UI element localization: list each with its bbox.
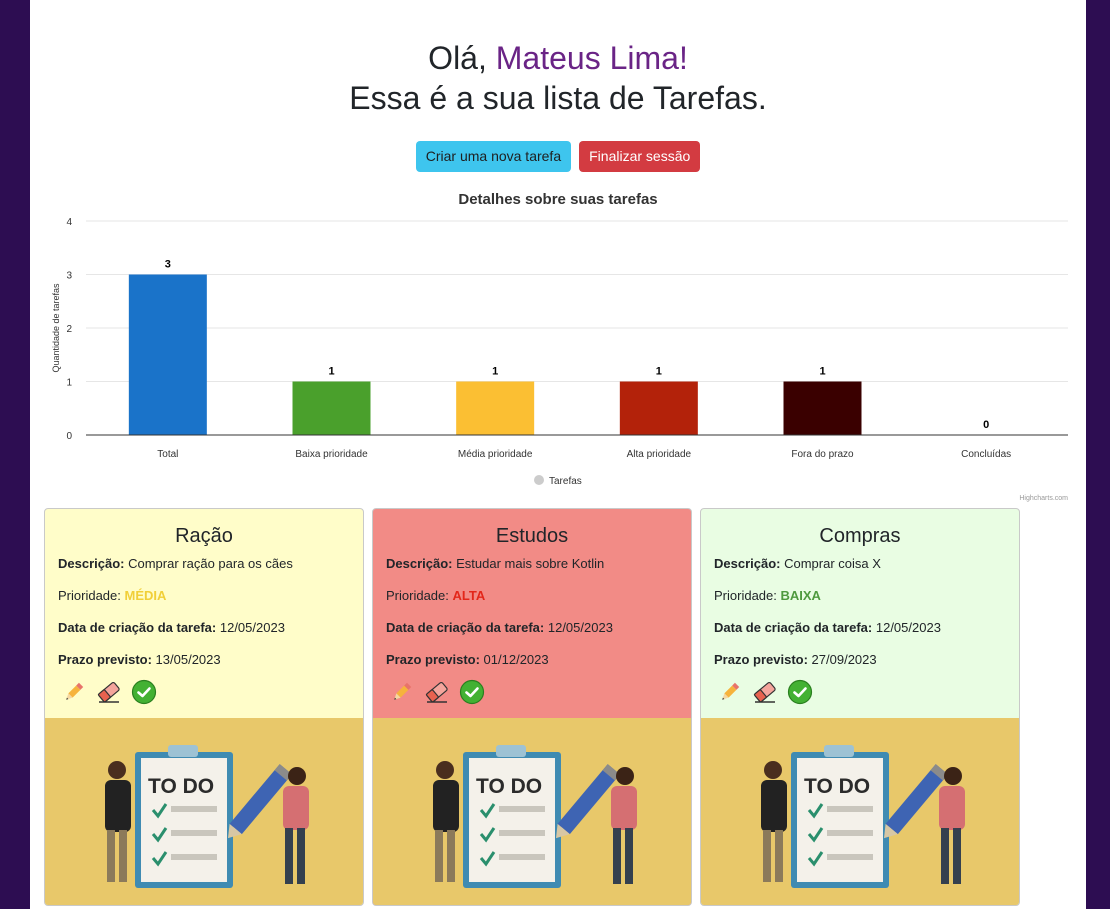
action-bar: Criar uma nova tarefa Finalizar sessão: [30, 141, 1086, 172]
check-icon[interactable]: [131, 679, 157, 705]
card-description: Descrição: Comprar coisa X: [714, 556, 881, 571]
eraser-icon[interactable]: [752, 679, 778, 705]
card-description: Descrição: Estudar mais sobre Kotlin: [386, 556, 604, 571]
card-priority: Prioridade: BAIXA: [714, 588, 821, 603]
x-tick-label: Fora do prazo: [791, 449, 854, 460]
card-priority: Prioridade: ALTA: [386, 588, 485, 603]
due-label: Prazo previsto:: [58, 652, 152, 667]
page-subtitle: Essa é a sua lista de Tarefas.: [349, 80, 767, 116]
card-priority: Prioridade: MÉDIA: [58, 588, 166, 603]
priority-value: ALTA: [452, 588, 486, 603]
due-label: Prazo previsto:: [386, 652, 480, 667]
todo-art-text: TO DO: [476, 775, 542, 798]
card-description: Descrição: Comprar ração para os cães: [58, 556, 293, 571]
bar-1: [292, 381, 371, 435]
x-tick-label: Média prioridade: [458, 449, 533, 460]
data-label: 1: [328, 366, 334, 378]
eraser-icon[interactable]: [424, 679, 450, 705]
created-value: 12/05/2023: [547, 620, 613, 635]
data-label: 0: [983, 419, 989, 431]
greeting-line: Olá, Mateus Lima!: [30, 38, 1086, 78]
todo-art-text: TO DO: [148, 775, 214, 798]
greeting-prefix: Olá,: [428, 40, 496, 76]
created-label: Data de criação da tarefa:: [386, 620, 545, 635]
check-icon[interactable]: [787, 679, 813, 705]
card-due-date: Prazo previsto: 27/09/2023: [714, 652, 877, 667]
todo-illustration: TO DO: [45, 718, 363, 905]
y-tick-label: 4: [66, 217, 72, 228]
data-label: 3: [165, 259, 171, 271]
legend-label: Tarefas: [549, 476, 582, 487]
y-tick-label: 0: [66, 431, 72, 442]
task-card: Compras Descrição: Comprar coisa X Priorid…: [700, 508, 1020, 906]
x-tick-label: Concluídas: [961, 449, 1011, 460]
x-tick-label: Baixa prioridade: [295, 449, 368, 460]
task-card: Ração Descrição: Comprar ração para os cã…: [44, 508, 364, 906]
bar-3: [619, 381, 698, 435]
check-icon[interactable]: [459, 679, 485, 705]
description-label: Descrição:: [386, 556, 453, 571]
created-value: 12/05/2023: [875, 620, 941, 635]
data-label: 1: [656, 366, 662, 378]
data-label: 1: [819, 366, 825, 378]
card-title: Estudos: [495, 525, 569, 547]
todo-illustration: TO DO: [701, 718, 1019, 905]
created-value: 12/05/2023: [219, 620, 285, 635]
pencil-icon[interactable]: [717, 679, 743, 705]
priority-label: Prioridade:: [58, 588, 121, 603]
todo-art-text: TO DO: [804, 775, 870, 798]
card-created-date: Data de criação da tarefa: 12/05/2023: [386, 620, 613, 635]
bar-4: [783, 381, 862, 435]
data-label: 1: [492, 366, 498, 378]
priority-value: MÉDIA: [124, 588, 167, 603]
due-value: 13/05/2023: [155, 652, 221, 667]
card-created-date: Data de criação da tarefa: 12/05/2023: [714, 620, 941, 635]
page-container: Olá, Mateus Lima! Essa é a sua lista de …: [30, 0, 1086, 909]
page-title: Olá, Mateus Lima! Essa é a sua lista de …: [30, 38, 1086, 118]
due-value: 01/12/2023: [483, 652, 549, 667]
bar-2: [456, 381, 535, 435]
priority-label: Prioridade:: [714, 588, 777, 603]
x-tick-label: Total: [157, 449, 178, 460]
description-value: Estudar mais sobre Kotlin: [456, 556, 605, 571]
y-tick-label: 2: [66, 324, 72, 335]
description-label: Descrição:: [58, 556, 125, 571]
card-due-date: Prazo previsto: 13/05/2023: [58, 652, 221, 667]
eraser-icon[interactable]: [96, 679, 122, 705]
priority-value: BAIXA: [780, 588, 821, 603]
user-name: Mateus Lima!: [495, 40, 688, 76]
card-title: Compras: [819, 525, 901, 547]
y-tick-label: 1: [66, 378, 72, 389]
created-label: Data de criação da tarefa:: [58, 620, 217, 635]
card-title: Ração: [175, 525, 233, 547]
x-tick-label: Alta prioridade: [627, 449, 692, 460]
created-label: Data de criação da tarefa:: [714, 620, 873, 635]
tasks-bar-chart: Detalhes sobre suas tarefas 0 1 2 3 4 Quantida…: [51, 191, 1068, 502]
due-label: Prazo previsto:: [714, 652, 808, 667]
description-label: Descrição:: [714, 556, 781, 571]
legend-marker: [534, 475, 544, 485]
todo-illustration: TO DO: [373, 718, 691, 905]
card-due-date: Prazo previsto: 01/12/2023: [386, 652, 549, 667]
new-task-button[interactable]: Criar uma nova tarefa: [415, 141, 572, 172]
bar-0: [128, 274, 207, 435]
priority-label: Prioridade:: [386, 588, 449, 603]
pencil-icon[interactable]: [61, 679, 87, 705]
card-created-date: Data de criação da tarefa: 12/05/2023: [58, 620, 285, 635]
description-value: Comprar ração para os cães: [128, 556, 293, 571]
chart-title: Detalhes sobre suas tarefas: [458, 191, 657, 208]
chart-credits: Highcharts.com: [1019, 495, 1068, 502]
y-axis-label: Quantidade de tarefas: [51, 283, 61, 373]
due-value: 27/09/2023: [811, 652, 877, 667]
pencil-icon[interactable]: [389, 679, 415, 705]
task-card: Estudos Descrição: Estudar mais sobre Kot…: [372, 508, 692, 906]
description-value: Comprar coisa X: [784, 556, 881, 571]
y-tick-label: 3: [66, 271, 72, 282]
logout-button[interactable]: Finalizar sessão: [579, 141, 701, 172]
